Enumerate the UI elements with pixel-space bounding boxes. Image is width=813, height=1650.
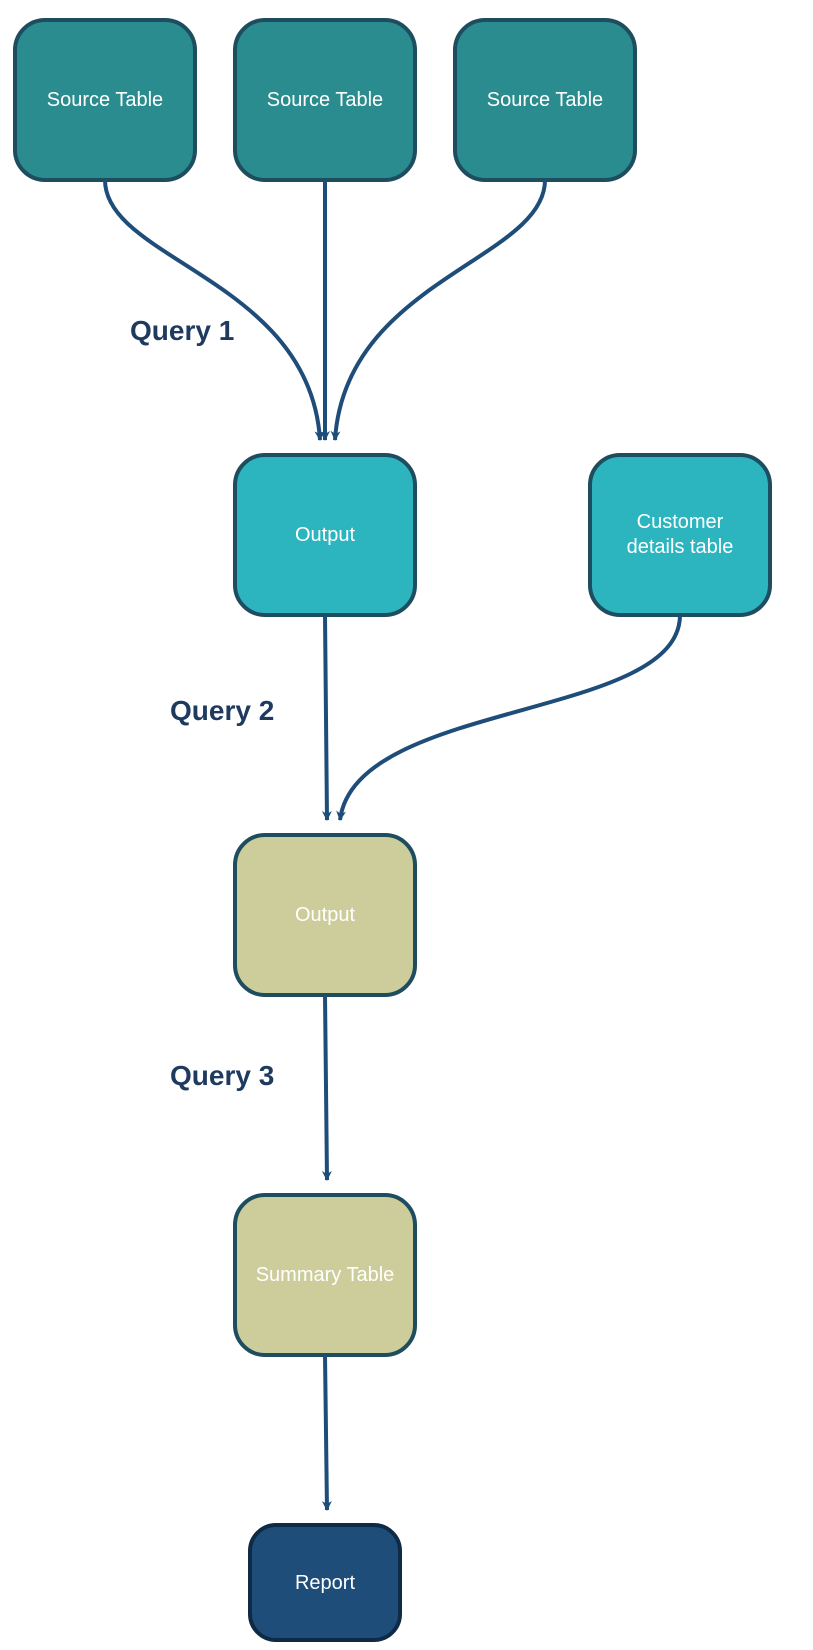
arrow-source1-to-output1 (105, 180, 320, 440)
node-report: Report (250, 1525, 400, 1640)
label-query-2: Query 2 (170, 695, 274, 726)
label-query-1: Query 1 (130, 315, 234, 346)
node-label-line1: Customer (637, 511, 724, 533)
node-label: Source Table (487, 89, 603, 111)
node-label-line2: details table (627, 536, 734, 558)
arrow-source3-to-output1 (335, 180, 545, 440)
node-label: Output (295, 524, 355, 546)
node-output-2: Output (235, 835, 415, 995)
node-output-1: Output (235, 455, 415, 615)
diagram-canvas: Source Table Source Table Source Table Q… (0, 0, 813, 1650)
label-query-3: Query 3 (170, 1060, 274, 1091)
arrow-customer-to-output2 (340, 615, 680, 820)
node-label: Source Table (267, 89, 383, 111)
arrow-summary-to-report (325, 1355, 327, 1510)
arrow-output1-to-output2 (325, 615, 327, 820)
node-customer-details: Customer details table (590, 455, 770, 615)
node-label: Source Table (47, 89, 163, 111)
node-label: Report (295, 1572, 355, 1594)
node-source-table-1: Source Table (15, 20, 195, 180)
node-source-table-2: Source Table (235, 20, 415, 180)
node-source-table-3: Source Table (455, 20, 635, 180)
arrow-output2-to-summary (325, 995, 327, 1180)
node-label: Output (295, 904, 355, 926)
node-summary-table: Summary Table (235, 1195, 415, 1355)
node-label: Summary Table (256, 1264, 395, 1286)
